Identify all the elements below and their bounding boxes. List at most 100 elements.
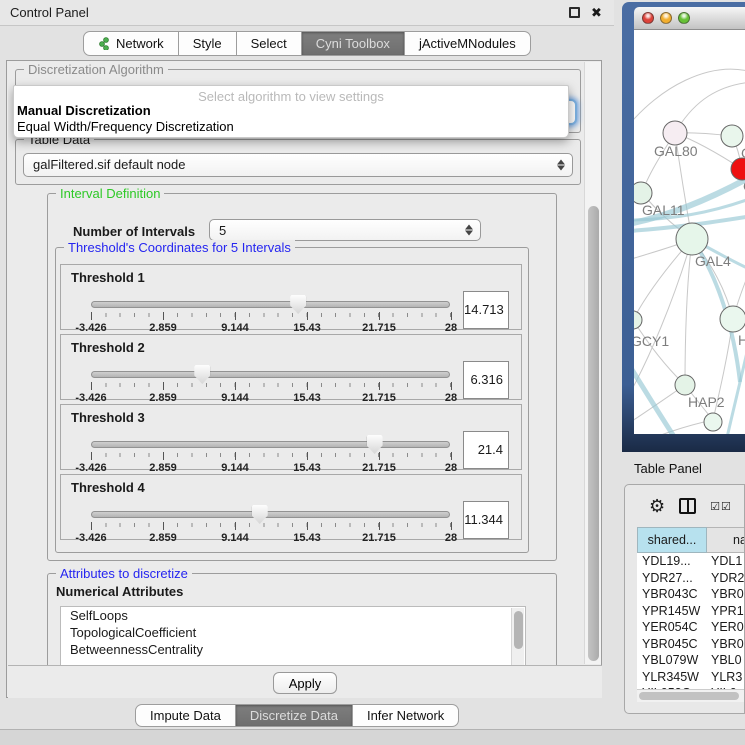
network-node[interactable] (704, 413, 722, 431)
table-row[interactable]: YDL19...YDL1 (637, 553, 745, 570)
threshold-label: Threshold 2 (71, 340, 145, 355)
threshold-3-panel: Threshold 3 -3.4262.8599.14415.4321.7152… (60, 404, 522, 470)
threshold-2-panel: Threshold 2 -3.4262.8599.14415.4321.7152… (60, 334, 522, 400)
close-traffic-light-icon[interactable] (642, 12, 654, 24)
tab-impute-data[interactable]: Impute Data (135, 704, 236, 727)
slider-track[interactable] (91, 371, 450, 378)
threshold-4-slider[interactable] (91, 511, 450, 518)
tab-select[interactable]: Select (237, 31, 302, 56)
network-canvas[interactable]: GAL80GACGAL11GAL4GCY1HHAP2 (634, 30, 745, 434)
top-tab-bar: Network Style Select Cyni Toolbox jActiv… (83, 31, 531, 56)
network-node[interactable] (634, 182, 652, 204)
threshold-2-value-field[interactable]: 6.316 (463, 361, 509, 399)
numerical-attributes-list: SelfLoops TopologicalCoefficient Between… (60, 606, 526, 665)
table-panel-title: Table Panel (634, 461, 702, 476)
slider-scale: -3.4262.8599.14415.4321.71528 (91, 532, 451, 544)
threshold-2-slider[interactable] (91, 371, 450, 378)
tab-label: Discretize Data (250, 708, 338, 723)
number-of-intervals-select[interactable]: 5 (209, 219, 481, 241)
minimize-traffic-light-icon[interactable] (660, 12, 672, 24)
table-row[interactable]: YPR145WYPR1 (637, 603, 745, 620)
table-row[interactable]: YER054CYER0 (637, 619, 745, 636)
list-scrollbar[interactable] (511, 608, 524, 665)
tab-label: Infer Network (367, 708, 444, 723)
table-horizontal-scrollbar[interactable] (637, 689, 745, 702)
stepper-arrows-icon (465, 225, 473, 236)
group-title: Attributes to discretize (56, 566, 192, 581)
threshold-1-slider[interactable] (91, 301, 450, 308)
selected-table: galFiltered.sif default node (33, 157, 185, 172)
slider-track[interactable] (91, 511, 450, 518)
window-title: Control Panel (10, 5, 89, 20)
tab-infer-network[interactable]: Infer Network (353, 704, 459, 727)
network-window-titlebar[interactable] (634, 7, 745, 30)
dropdown-option-manual-discretization[interactable]: Manual Discretization (14, 103, 568, 119)
tab-network[interactable]: Network (83, 31, 179, 56)
threshold-1-panel: Threshold 1 -3.4262.8599.14415.4321.7152… (60, 264, 522, 330)
stepper-arrows-icon (557, 160, 565, 171)
tab-cyni-toolbox[interactable]: Cyni Toolbox (302, 31, 405, 56)
slider-ticks (91, 452, 451, 461)
cyni-toolbox-panel: Discretization Algorithm Select algorith… (6, 60, 602, 698)
table-row[interactable]: YDR27...YDR2 (637, 570, 745, 587)
threshold-4-value-field[interactable]: 11.344 (463, 501, 509, 539)
column-header-shared-name[interactable]: shared... (637, 527, 707, 553)
float-window-icon[interactable] (569, 7, 580, 18)
table-row[interactable]: YBL079WYBL0 (637, 652, 745, 669)
node-label: GCY1 (634, 333, 669, 349)
network-node[interactable] (676, 223, 708, 255)
close-icon[interactable]: ✖ (591, 7, 602, 18)
network-node[interactable] (634, 311, 642, 329)
attributes-group: Attributes to discretize Numerical Attri… (47, 573, 557, 665)
table-data-select[interactable]: galFiltered.sif default node (23, 153, 573, 177)
intervals-value: 5 (219, 223, 226, 238)
node-table: shared... na YDL19...YDL1 YDR27...YDR2 Y… (637, 527, 745, 702)
slider-track[interactable] (91, 301, 450, 308)
threshold-label: Threshold 3 (71, 410, 145, 425)
tab-label: Select (251, 36, 287, 51)
panel-scrollbar[interactable] (584, 62, 601, 664)
threshold-3-value-field[interactable]: 21.4 (463, 431, 509, 469)
table-panel-window: ⚙ ☑☑ shared... na YDL19...YDL1 YDR27...Y… (624, 484, 745, 714)
network-node[interactable] (731, 158, 745, 180)
threshold-label: Threshold 4 (71, 480, 145, 495)
tab-discretize-data[interactable]: Discretize Data (236, 704, 353, 727)
table-row[interactable]: YBR045CYBR0 (637, 636, 745, 653)
tab-label: jActiveMNodules (419, 36, 516, 51)
tab-jactivemnodules[interactable]: jActiveMNodules (405, 31, 531, 56)
dropdown-option-equal-width-frequency[interactable]: Equal Width/Frequency Discretization (14, 119, 568, 135)
scrollbar-thumb[interactable] (639, 692, 739, 700)
slider-scale: -3.4262.8599.14415.4321.71528 (91, 322, 451, 334)
slider-scale: -3.4262.8599.14415.4321.71528 (91, 462, 451, 474)
bottom-tab-bar: Impute Data Discretize Data Infer Networ… (135, 704, 459, 727)
threshold-1-value-field[interactable]: 14.713 (463, 291, 509, 329)
column-header-name[interactable]: na (707, 527, 745, 553)
list-item[interactable]: TopologicalCoefficient (61, 624, 525, 641)
scrollbar-thumb[interactable] (588, 206, 599, 661)
threshold-3-slider[interactable] (91, 441, 450, 448)
network-node[interactable] (663, 121, 687, 145)
network-node[interactable] (721, 125, 743, 147)
numerical-attributes-label: Numerical Attributes (56, 584, 183, 599)
tab-label: Style (193, 36, 222, 51)
list-item[interactable]: SelfLoops (61, 607, 525, 624)
scroll-viewport: Discretization Algorithm Select algorith… (8, 62, 584, 665)
list-item[interactable]: BetweennessCentrality (61, 641, 525, 658)
gear-icon[interactable]: ⚙ (649, 497, 665, 515)
checkbox-icons[interactable]: ☑☑ (710, 500, 732, 513)
tab-style[interactable]: Style (179, 31, 237, 56)
table-row[interactable]: YBR043CYBR0 (637, 586, 745, 603)
zoom-traffic-light-icon[interactable] (678, 12, 690, 24)
slider-track[interactable] (91, 441, 450, 448)
node-label: GAL4 (695, 253, 731, 269)
dropdown-hint: Select algorithm to view settings (14, 86, 568, 103)
control-panel-titlebar: Control Panel ✖ (0, 0, 614, 26)
network-node[interactable] (720, 306, 745, 332)
tab-label: Cyni Toolbox (316, 36, 390, 51)
network-nodes[interactable]: GAL80GACGAL11GAL4GCY1HHAP2 (634, 121, 745, 431)
scrollbar-thumb[interactable] (514, 611, 523, 649)
table-row[interactable]: YLR345WYLR3 (637, 669, 745, 686)
columns-icon[interactable] (679, 498, 696, 514)
apply-button[interactable]: Apply (273, 672, 337, 694)
network-node[interactable] (675, 375, 695, 395)
